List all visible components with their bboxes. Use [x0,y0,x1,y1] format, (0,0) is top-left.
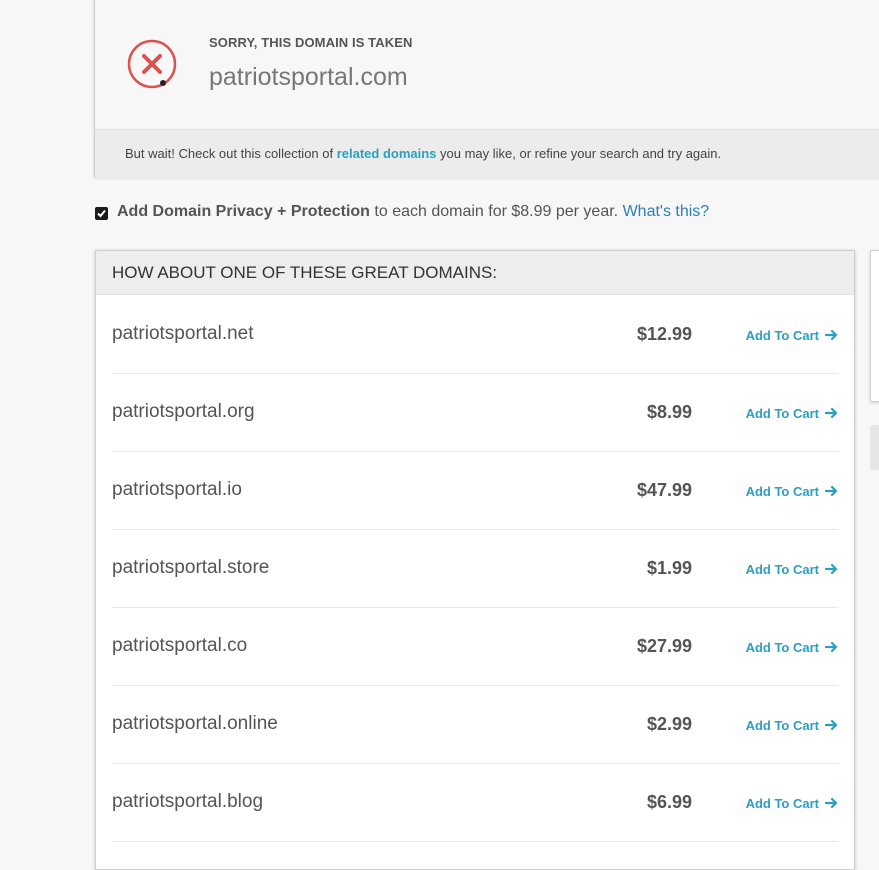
arrow-right-icon [825,407,838,419]
arrow-right-icon [825,329,838,341]
arrow-right-icon [825,641,838,653]
domain-taken-card: SORRY, THIS DOMAIN IS TAKEN patriotsport… [94,0,879,178]
domain-name: patriotsportal.online [112,713,278,734]
whats-this-link[interactable]: What's this? [623,203,710,220]
privacy-checkbox[interactable] [95,207,108,220]
domain-price: $27.99 [636,636,692,656]
add-to-cart-label: Add To Cart [745,795,819,811]
domain-name: patriotsportal.org [112,401,255,422]
arrow-right-icon [825,485,838,497]
domain-price: $12.99 [636,324,692,344]
add-to-cart-label: Add To Cart [745,639,819,655]
privacy-label-bold: Add Domain Privacy + Protection [117,203,370,220]
privacy-label-rest: to each domain for $8.99 per year. [369,203,623,220]
domain-price: $1.99 [646,558,692,578]
domain-name: patriotsportal.io [112,479,242,500]
add-to-cart-button[interactable]: Add To Cart [746,716,838,734]
domain-name: patriotsportal.co [112,635,248,656]
add-to-cart-button[interactable]: Add To Cart [746,794,838,812]
domain-name: patriotsportal.store [112,557,270,578]
domain-row: patriotsportal.online $2.99 Add To Cart [112,685,838,764]
arrow-right-icon [825,719,838,731]
suggestions-panel: HOW ABOUT ONE OF THESE GREAT DOMAINS: pa… [95,250,855,870]
footer-suffix: you may like, or refine your search and … [436,146,722,161]
add-to-cart-label: Add To Cart [745,405,819,421]
suggestions-title: HOW ABOUT ONE OF THESE GREAT DOMAINS: [96,251,854,295]
taken-heading: SORRY, THIS DOMAIN IS TAKEN [209,35,413,50]
domain-row: patriotsportal.io $47.99 Add To Cart [112,451,838,530]
add-to-cart-button[interactable]: Add To Cart [746,404,838,422]
related-domains-link[interactable]: related domains [337,146,437,161]
domain-name: patriotsportal.blog [112,791,264,812]
taken-footer: But wait! Check out this collection of r… [95,129,879,178]
domain-row: patriotsportal.net $12.99 Add To Cart [112,295,838,374]
domain-row: patriotsportal.co $27.99 Add To Cart [112,607,838,686]
side-panel [870,250,879,402]
add-to-cart-label: Add To Cart [745,717,819,733]
domain-price: $8.99 [646,402,692,422]
arrow-right-icon [825,797,838,809]
arrow-right-icon [825,563,838,575]
domain-name: patriotsportal.net [112,323,254,344]
domain-price: $47.99 [636,480,692,500]
taken-footer-message: But wait! Check out this collection of r… [125,146,721,161]
add-to-cart-button[interactable]: Add To Cart [746,482,838,500]
add-to-cart-button[interactable]: Add To Cart [746,560,838,578]
checkmark-icon [97,209,106,218]
side-tab[interactable] [870,425,879,470]
domain-row: patriotsportal.org $8.99 Add To Cart [112,373,838,452]
domain-row: patriotsportal.store $1.99 Add To Cart [112,529,838,608]
domain-price: $6.99 [646,792,692,812]
taken-domain: patriotsportal.com [209,63,408,91]
domain-row: patriotsportal.blog $6.99 Add To Cart [112,763,838,842]
add-to-cart-label: Add To Cart [745,561,819,577]
add-to-cart-button[interactable]: Add To Cart [746,326,838,344]
add-to-cart-label: Add To Cart [745,483,819,499]
domain-price: $2.99 [646,714,692,734]
add-to-cart-button[interactable]: Add To Cart [746,638,838,656]
x-circle-icon [126,38,178,90]
footer-prefix: But wait! Check out this collection of [125,146,337,161]
privacy-label[interactable]: Add Domain Privacy + Protection to each … [117,203,709,221]
add-to-cart-label: Add To Cart [745,327,819,343]
